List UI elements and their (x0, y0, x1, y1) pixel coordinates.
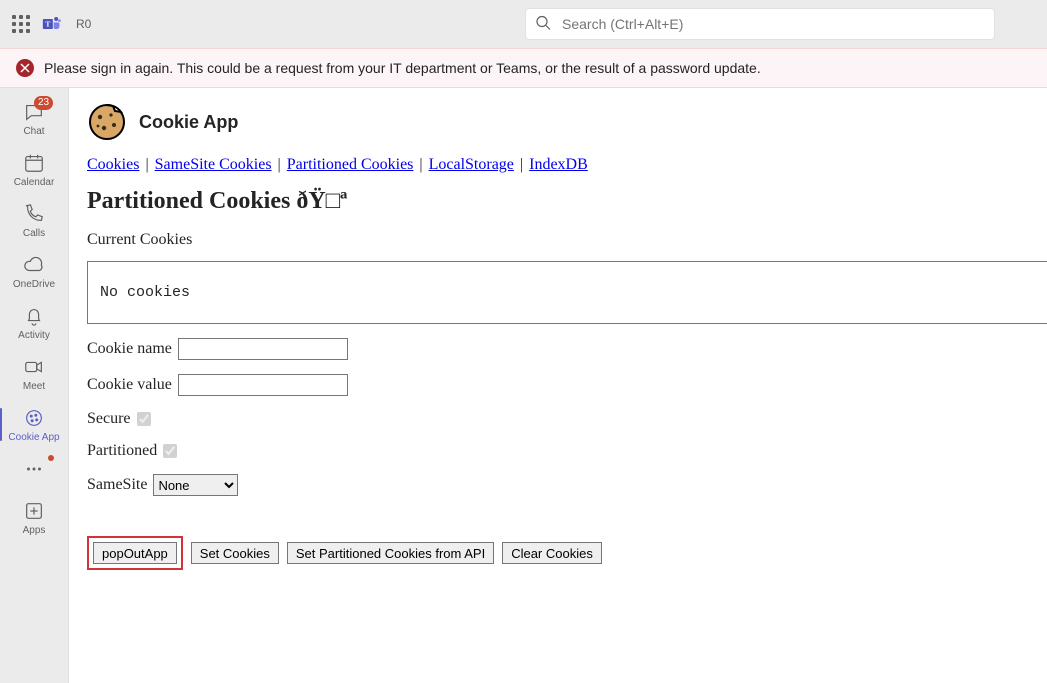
rail-label: Activity (18, 330, 50, 341)
samesite-row: SameSite None (87, 474, 1047, 496)
rail-label: Cookie App (8, 432, 59, 443)
cookies-output: No cookies (87, 261, 1047, 324)
cookie-name-input[interactable] (178, 338, 348, 360)
nav-links: Cookies | SameSite Cookies | Partitioned… (87, 156, 1047, 174)
separator: | (415, 156, 426, 173)
current-cookies-label: Current Cookies (87, 231, 1047, 249)
cloud-icon (22, 253, 46, 277)
partitioned-row: Partitioned (87, 442, 1047, 460)
app-launcher-icon[interactable] (12, 15, 30, 33)
cookie-value-row: Cookie value (87, 374, 1047, 396)
svg-text:T: T (45, 20, 50, 29)
app-header: Cookie App (87, 102, 1047, 142)
link-partitioned[interactable]: Partitioned Cookies (287, 156, 414, 173)
secure-row: Secure (87, 410, 1047, 428)
rail-label: Meet (23, 381, 45, 392)
popout-app-button[interactable]: popOutApp (93, 542, 177, 564)
rail-label: Chat (23, 126, 44, 137)
buttons-row: popOutApp Set Cookies Set Partitioned Co… (87, 536, 1047, 570)
teams-icon: T (42, 14, 62, 34)
cookie-icon (22, 406, 46, 430)
rail-calls[interactable]: Calls (0, 196, 68, 245)
search-container (525, 8, 995, 40)
cookie-value-input[interactable] (178, 374, 348, 396)
separator: | (141, 156, 152, 173)
secure-label: Secure (87, 410, 131, 428)
rail-onedrive[interactable]: OneDrive (0, 247, 68, 296)
rail-label: OneDrive (13, 279, 55, 290)
workspace-name: R0 (76, 17, 91, 31)
rail-meet[interactable]: Meet (0, 349, 68, 398)
top-bar: T R0 (0, 0, 1047, 48)
set-partitioned-api-button[interactable]: Set Partitioned Cookies from API (287, 542, 494, 564)
rail-label: Calendar (14, 177, 55, 188)
apps-icon (22, 499, 46, 523)
rail-more[interactable] (0, 451, 68, 487)
more-icon (22, 457, 46, 481)
link-localstorage[interactable]: LocalStorage (429, 156, 514, 173)
cookie-value-label: Cookie value (87, 376, 172, 394)
partitioned-checkbox[interactable] (163, 444, 177, 458)
error-text: Please sign in again. This could be a re… (44, 60, 761, 76)
link-cookies[interactable]: Cookies (87, 156, 139, 173)
error-icon (16, 59, 34, 77)
rail-label: Apps (23, 525, 46, 536)
page-heading: Partitioned Cookies ðŸ□ª (87, 188, 1047, 215)
phone-icon (22, 202, 46, 226)
link-samesite[interactable]: SameSite Cookies (155, 156, 272, 173)
notification-dot (48, 455, 54, 461)
bell-icon (22, 304, 46, 328)
highlight-annotation: popOutApp (87, 536, 183, 570)
signin-error-banner: Please sign in again. This could be a re… (0, 48, 1047, 88)
set-cookies-button[interactable]: Set Cookies (191, 542, 279, 564)
app-rail: 23 Chat Calendar Calls OneDrive (0, 88, 68, 683)
samesite-select[interactable]: None (153, 474, 238, 496)
video-icon (22, 355, 46, 379)
samesite-label: SameSite (87, 476, 147, 494)
rail-activity[interactable]: Activity (0, 298, 68, 347)
rail-apps[interactable]: Apps (0, 493, 68, 542)
partitioned-label: Partitioned (87, 442, 157, 460)
rail-chat[interactable]: 23 Chat (0, 94, 68, 143)
cookie-app-logo (87, 102, 127, 142)
app-title: Cookie App (139, 112, 238, 133)
teams-logo: T (42, 14, 62, 34)
content-area: Cookie App Cookies | SameSite Cookies | … (68, 88, 1047, 683)
clear-cookies-button[interactable]: Clear Cookies (502, 542, 602, 564)
cookie-name-row: Cookie name (87, 338, 1047, 360)
link-indexdb[interactable]: IndexDB (529, 156, 588, 173)
secure-checkbox[interactable] (137, 412, 151, 426)
chat-badge: 23 (34, 96, 53, 110)
rail-cookie-app[interactable]: Cookie App (0, 400, 68, 449)
search-input[interactable] (525, 8, 995, 40)
separator: | (516, 156, 527, 173)
calendar-icon (22, 151, 46, 175)
rail-label: Calls (23, 228, 45, 239)
cookie-name-label: Cookie name (87, 340, 172, 358)
separator: | (274, 156, 285, 173)
rail-calendar[interactable]: Calendar (0, 145, 68, 194)
